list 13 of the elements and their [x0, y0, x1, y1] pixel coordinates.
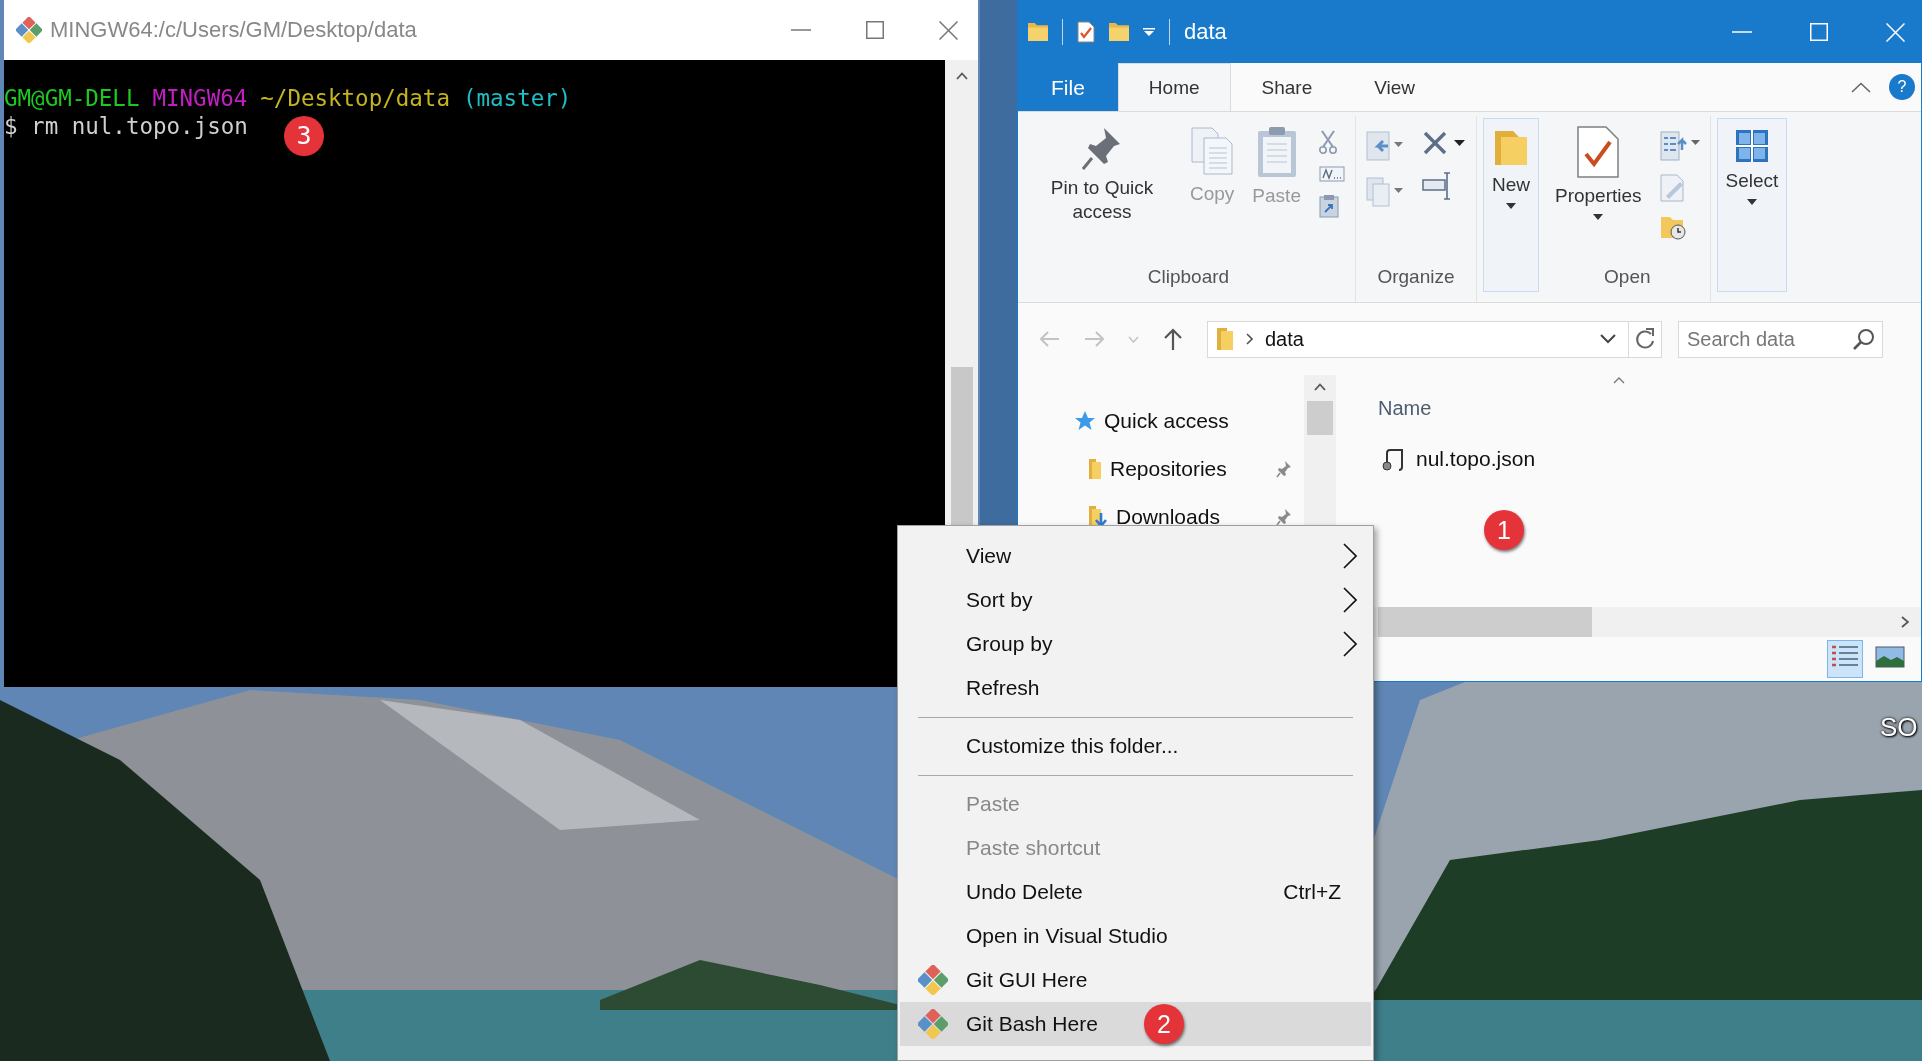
prompt-text: ~/Desktop/data — [260, 84, 450, 112]
window-title: data — [1184, 19, 1228, 45]
step-badge: 3 — [284, 116, 324, 156]
group-label: Clipboard — [1147, 266, 1230, 289]
prompt-text: MINGW64 — [152, 84, 248, 112]
group-label: Open — [1604, 266, 1651, 289]
prompt-text: GM@GM-DELL — [4, 84, 140, 112]
window-title: MINGW64:/c/Users/GM/Desktop/data — [50, 17, 418, 43]
step-badge: 2 — [1144, 1004, 1184, 1044]
step-badge: 1 — [1484, 510, 1524, 550]
command-text: $ rm nul.topo.json — [4, 112, 248, 140]
group-label: Organize — [1377, 266, 1455, 289]
prompt-text: (master) — [462, 84, 572, 112]
